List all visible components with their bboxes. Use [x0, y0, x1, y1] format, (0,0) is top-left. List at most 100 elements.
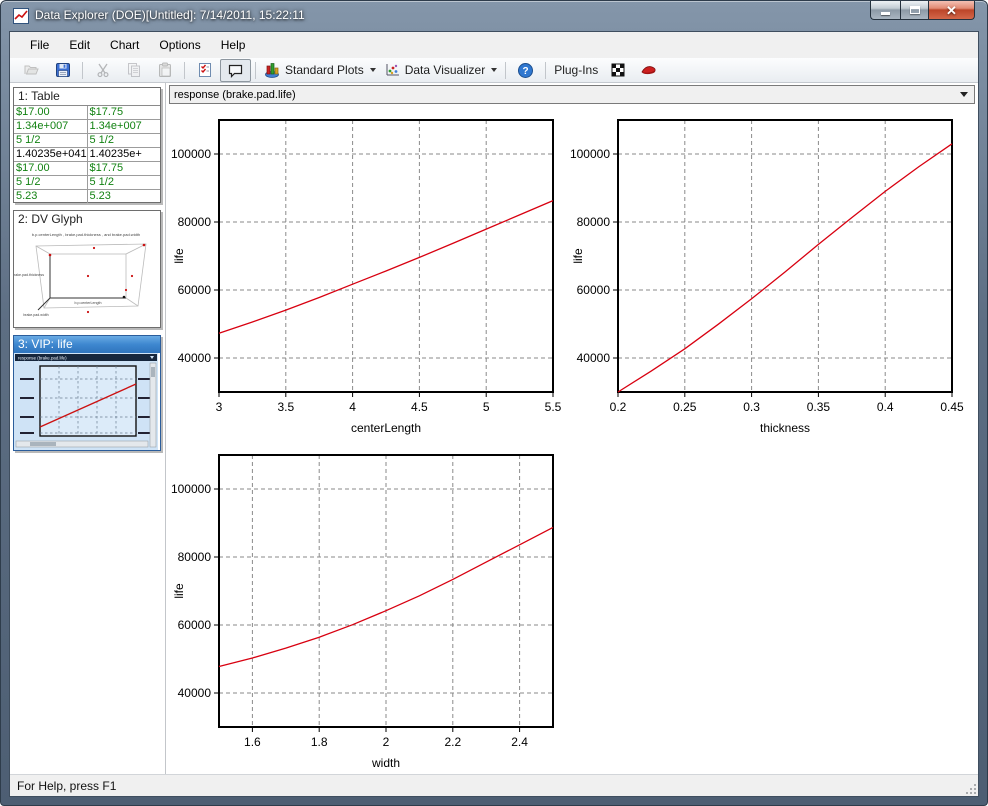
menu-chart[interactable]: Chart	[100, 34, 149, 56]
copy-button[interactable]	[118, 59, 149, 82]
x-tick-label: 4	[349, 400, 356, 414]
svg-text:brake.pad.width: brake.pad.width	[23, 313, 48, 317]
x-tick-label: 5.5	[545, 400, 562, 414]
x-tick-label: 4.5	[411, 400, 428, 414]
table-cell: 1.40235e+	[88, 148, 161, 161]
toolbar-separator	[82, 62, 83, 79]
plugins-label: Plug-Ins	[554, 63, 598, 77]
menu-help[interactable]: Help	[211, 34, 256, 56]
panel-card-title: 1: Table	[14, 88, 160, 105]
chart-svg: 0.20.250.30.350.40.454000060000800001000…	[566, 109, 966, 444]
y-axis-label: life	[172, 248, 186, 264]
y-tick-label: 60000	[178, 618, 212, 632]
menu-bar: File Edit Chart Options Help	[10, 32, 978, 58]
resize-grip[interactable]	[964, 782, 976, 794]
close-button[interactable]: ✕	[929, 1, 975, 20]
plugin-grid-button[interactable]	[602, 59, 633, 82]
x-tick-label: 0.2	[610, 400, 627, 414]
y-axis-label: life	[172, 583, 186, 599]
svg-text:brake.pad.thickness: brake.pad.thickness	[14, 273, 44, 277]
y-tick-label: 80000	[178, 215, 212, 229]
cut-button[interactable]	[87, 59, 118, 82]
table-row: 5.235.23	[14, 190, 160, 203]
y-tick-label: 100000	[171, 147, 211, 161]
help-icon: ?	[517, 62, 534, 79]
checklist-button[interactable]	[189, 59, 220, 82]
toolbar-separator	[255, 62, 256, 79]
minimize-button[interactable]	[870, 1, 900, 20]
toolbar-separator	[545, 62, 546, 79]
panel-card-vip-life[interactable]: 3: VIP: life response (brake.pad.life)	[13, 335, 161, 451]
svg-text:b.p.centerLength , brake.pad.t: b.p.centerLength , brake.pad.thickness ,…	[32, 232, 140, 237]
x-tick-label: 1.8	[311, 735, 328, 749]
toolbar-separator	[184, 62, 185, 79]
paste-button[interactable]	[149, 59, 180, 82]
response-selector[interactable]: response (brake.pad.life)	[169, 85, 975, 104]
panel-card-dv-glyph[interactable]: 2: DV Glyph b.p.centerLength , brake.pad…	[13, 210, 161, 328]
chart-thickness[interactable]: 0.20.250.30.350.40.454000060000800001000…	[566, 109, 966, 444]
chevron-down-icon	[960, 92, 968, 97]
chart-svg: 1.61.822.22.4400006000080000100000widthl…	[167, 444, 567, 779]
table-row: 1.34e+0071.34e+007	[14, 120, 160, 134]
copy-icon	[126, 62, 142, 78]
checklist-icon	[197, 62, 213, 78]
content-area: 1: Table $17.00$17.751.34e+0071.34e+0075…	[10, 83, 978, 774]
table-row: 5 1/25 1/2	[14, 134, 160, 148]
svg-text:response (brake.pad.life): response (brake.pad.life)	[18, 355, 67, 360]
table-row: 1.40235e+0411.40235e+	[14, 148, 160, 162]
panel-card-table[interactable]: 1: Table $17.00$17.751.34e+0071.34e+0075…	[13, 87, 161, 203]
data-visualizer-label: Data Visualizer	[405, 63, 485, 77]
window-title: Data Explorer (DOE)[Untitled]: 7/14/2011…	[35, 8, 305, 22]
table-cell: $17.75	[88, 162, 161, 175]
comment-button[interactable]	[220, 59, 251, 82]
x-tick-label: 0.45	[940, 400, 964, 414]
vip-thumbnail: response (brake.pad.life)	[14, 353, 158, 450]
maximize-icon	[910, 6, 920, 14]
status-bar: For Help, press F1	[10, 774, 978, 796]
y-tick-label: 40000	[178, 686, 212, 700]
cut-icon	[95, 62, 111, 78]
chevron-down-icon	[491, 68, 497, 72]
save-button[interactable]	[47, 59, 78, 82]
y-tick-label: 60000	[178, 283, 212, 297]
chart-centerlength[interactable]: 33.544.555.5400006000080000100000centerL…	[167, 109, 567, 444]
standard-plots-button[interactable]: Standard Plots	[260, 59, 380, 82]
red-hat-icon	[640, 62, 658, 78]
title-bar[interactable]: Data Explorer (DOE)[Untitled]: 7/14/2011…	[1, 1, 987, 31]
y-tick-label: 80000	[577, 215, 611, 229]
menu-edit[interactable]: Edit	[59, 34, 100, 56]
x-tick-label: 2.4	[511, 735, 528, 749]
window-frame: Data Explorer (DOE)[Untitled]: 7/14/2011…	[0, 0, 988, 806]
maximize-button[interactable]	[900, 1, 929, 20]
x-tick-label: 3	[216, 400, 223, 414]
y-tick-label: 40000	[178, 351, 212, 365]
y-tick-label: 80000	[178, 550, 212, 564]
menu-file[interactable]: File	[20, 34, 59, 56]
x-tick-label: 0.35	[807, 400, 831, 414]
open-button[interactable]	[16, 59, 47, 82]
help-button[interactable]: ?	[510, 59, 541, 82]
standard-plots-icon	[264, 62, 281, 78]
svg-text:b.p.centerLength: b.p.centerLength	[75, 301, 102, 305]
x-tick-label: 2.2	[444, 735, 461, 749]
y-tick-label: 100000	[570, 147, 610, 161]
data-visualizer-icon	[384, 62, 401, 78]
table-row: $17.00$17.75	[14, 106, 160, 120]
minimize-icon	[881, 12, 890, 15]
x-tick-label: 3.5	[277, 400, 294, 414]
table-row: $17.00$17.75	[14, 162, 160, 176]
mini-table: $17.00$17.751.34e+0071.34e+0075 1/25 1/2…	[14, 105, 160, 203]
table-cell: $17.00	[14, 162, 88, 175]
x-axis-label: thickness	[760, 421, 810, 435]
plugins-label-button[interactable]: Plug-Ins	[550, 59, 602, 82]
open-icon	[24, 62, 40, 78]
x-tick-label: 0.4	[877, 400, 894, 414]
x-tick-label: 1.6	[244, 735, 261, 749]
table-cell: $17.00	[14, 106, 88, 119]
chart-width[interactable]: 1.61.822.22.4400006000080000100000widthl…	[167, 444, 567, 779]
plugin-redhat-button[interactable]	[633, 59, 664, 82]
data-visualizer-button[interactable]: Data Visualizer	[380, 59, 501, 82]
table-cell: 1.34e+007	[88, 120, 161, 133]
table-cell: 5 1/2	[14, 134, 88, 147]
menu-options[interactable]: Options	[149, 34, 210, 56]
